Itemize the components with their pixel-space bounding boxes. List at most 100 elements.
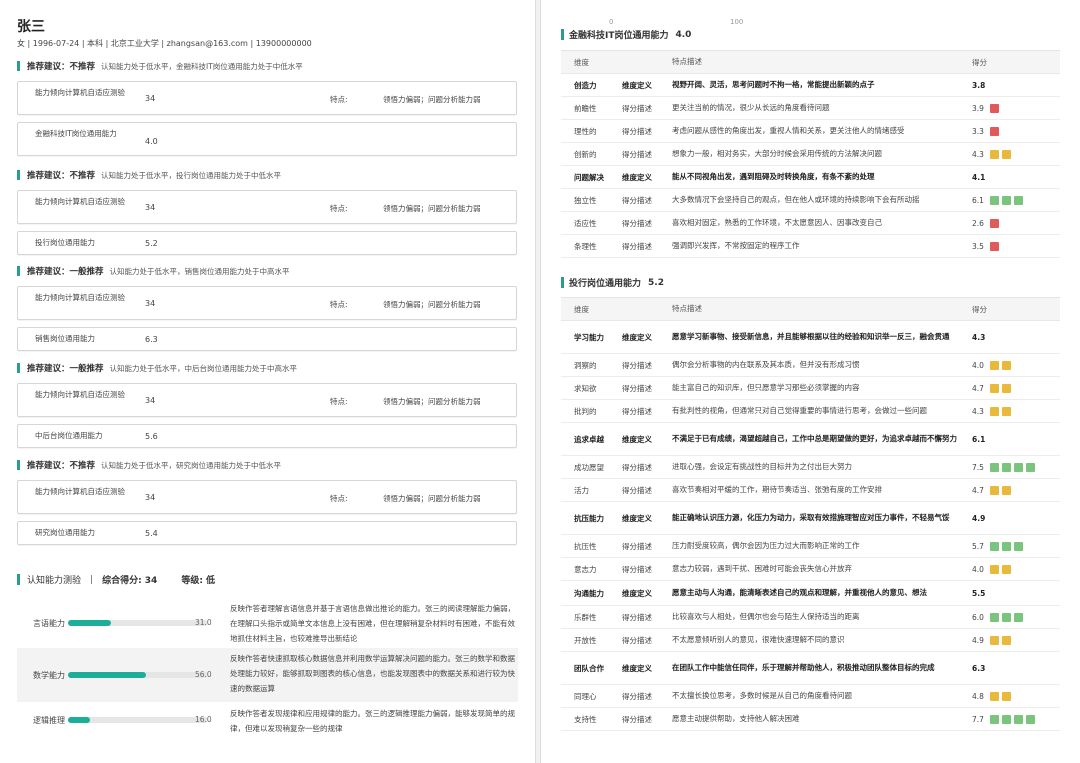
header-desc: 特点描述	[672, 304, 702, 313]
score-level-square	[1002, 485, 1011, 495]
row-score-cell: 6.3	[972, 664, 1060, 673]
score-level-square	[1002, 406, 1011, 416]
post-value: 5.4	[145, 529, 158, 538]
row-type: 得分描述	[622, 103, 652, 113]
post-score-card: 投行岗位通用能力 5.2	[17, 231, 517, 255]
feature-value: 领悟力偏弱；问题分析能力弱	[383, 397, 481, 406]
score-level-square	[1002, 612, 1011, 622]
row-desc: 进取心强，会设定有挑战性的目标并为之付出巨大努力	[672, 462, 852, 471]
cognitive-progress-track	[68, 620, 208, 626]
score-level-square	[990, 714, 999, 724]
test-label: 能力倾向计算机自适应测验	[35, 293, 125, 302]
cognitive-header: 认知能力测验 | 综合得分: 34 等级: 低	[17, 573, 215, 586]
row-dimension-name: 团队合作	[574, 663, 604, 673]
row-desc: 不太擅长换位思考，多数时候是从自己的角度看待问题	[672, 691, 852, 700]
row-desc: 想象力一般，相对务实，大部分时候会采用传统的方法解决问题	[672, 149, 882, 158]
row-dimension-name: 适应性	[574, 218, 597, 228]
score-level-square	[990, 383, 999, 393]
row-score-cell: 3.8	[972, 81, 1060, 90]
table-row: 意志力 得分描述 意志力较弱，遇到干扰、困难时可能会丧失信心并放弃 4.0	[561, 558, 1060, 581]
row-dimension-name: 意志力	[574, 564, 597, 574]
score-level-square	[990, 218, 999, 228]
row-desc: 能主富自己的知识库，但只愿意学习那些必须掌握的内容	[672, 383, 860, 392]
recommendation-block: 推荐建议：一般推荐 认知能力处于低水平，中后台岗位通用能力处于中高水平 能力倾向计算…	[17, 361, 517, 448]
cognitive-item-desc: 反映作答者理解言语信息并基于言语信息做出推论的能力。张三的阅读理解能力偏弱，在理…	[230, 604, 515, 643]
feature-label: 特点:	[330, 95, 348, 104]
feature-label: 特点:	[330, 300, 348, 309]
row-desc: 喜欢节奏相对平缓的工作，期待节奏适当、张弛有度的工作安排	[672, 485, 882, 494]
row-type: 得分描述	[622, 149, 652, 159]
test-score-card: 能力倾向计算机自适应测验 34 特点: 领悟力偏弱；问题分析能力弱	[17, 480, 517, 514]
cognitive-title: 认知能力测验	[27, 576, 82, 586]
row-score: 6.0	[972, 612, 984, 622]
recommendation-title: 推荐建议：不推荐	[27, 171, 96, 181]
row-score: 3.3	[972, 126, 984, 136]
score-level-square	[990, 195, 999, 205]
row-desc: 偶尔会分析事物的内在联系及其本质，但并没有形成习惯	[672, 360, 860, 369]
row-type: 得分描述	[622, 462, 652, 472]
table-row: 问题解决 维度定义 能从不同视角出发，遇到阻碍及时转换角度，有条不紊的处理 4.1	[561, 166, 1060, 189]
row-type: 得分描述	[622, 195, 652, 205]
row-score: 5.5	[972, 588, 986, 598]
score-level-square	[1002, 360, 1011, 370]
table-row: 独立性 得分描述 大多数情况下会坚持自己的观点，但在他人或环境的持续影响下会有所动摇…	[561, 189, 1060, 212]
row-score-cell: 5.7	[972, 541, 1060, 551]
competency-table: 维度 特点描述 得分 学习能力 维度定义 愿意学习新事物、接受新信息，并且能够根据以往的经…	[561, 297, 1060, 731]
post-score-card: 中后台岗位通用能力 5.6	[17, 424, 517, 448]
score-level-square	[990, 126, 999, 136]
row-score-cell: 2.6	[972, 218, 1060, 228]
row-dimension-name: 求知欲	[574, 383, 597, 393]
score-level-square	[990, 241, 999, 251]
score-level-square	[990, 103, 999, 113]
row-desc: 能正确地认识压力源，化压力为动力，采取有效措施理智应对压力事件，不轻易气馁	[672, 513, 950, 522]
cognitive-separator: |	[90, 574, 94, 585]
row-type: 维度定义	[622, 513, 652, 523]
post-score-card: 销售岗位通用能力 6.3	[17, 327, 517, 351]
table-row: 理性的 得分描述 考虑问题从感性的角度出发，重视人情和关系，更关注他人的情绪感受 3.…	[561, 120, 1060, 143]
row-desc: 更关注当前的情况，很少从长远的角度看待问题	[672, 103, 830, 112]
score-level-square	[990, 462, 999, 472]
row-type: 维度定义	[622, 332, 652, 342]
table-row: 创新的 得分描述 想象力一般，相对务实，大部分时候会采用传统的方法解决问题 4.3	[561, 143, 1060, 166]
row-score: 7.7	[972, 714, 984, 724]
score-level-square	[1002, 714, 1011, 724]
row-score-cell: 4.0	[972, 360, 1060, 370]
recommendation-desc: 认知能力处于低水平，研究岗位通用能力处于中低水平	[101, 460, 282, 470]
recommendation-header: 推荐建议：一般推荐 认知能力处于低水平，中后台岗位通用能力处于中高水平	[17, 361, 517, 375]
axis-min-label: 0	[609, 18, 614, 26]
feature-label: 特点:	[330, 204, 348, 213]
row-desc: 大多数情况下会坚持自己的观点，但在他人或环境的持续影响下会有所动摇	[672, 195, 920, 204]
row-dimension-name: 成功愿望	[574, 462, 604, 472]
row-score-cell: 5.5	[972, 589, 1060, 598]
row-desc: 考虑问题从感性的角度出发，重视人情和关系，更关注他人的情绪感受	[672, 126, 905, 135]
cognitive-item-value: 31.0	[195, 618, 212, 627]
row-type: 得分描述	[622, 383, 652, 393]
score-level-square	[990, 612, 999, 622]
post-score-card: 金融科技IT岗位通用能力 4.0	[17, 122, 517, 156]
row-score-cell: 4.9	[972, 635, 1060, 645]
row-score: 6.3	[972, 663, 986, 673]
row-score-cell: 4.1	[972, 173, 1060, 182]
row-score: 2.6	[972, 218, 984, 228]
cognitive-item-label: 数学能力	[33, 671, 65, 680]
row-type: 维度定义	[622, 172, 652, 182]
axis-max-label: 100	[730, 18, 744, 26]
score-level-square	[990, 635, 999, 645]
cognitive-item-value: 56.0	[195, 670, 212, 679]
score-level-square	[1002, 149, 1011, 159]
cognitive-score: 综合得分: 34	[102, 576, 158, 586]
feature-value: 领悟力偏弱；问题分析能力弱	[383, 494, 481, 503]
row-dimension-name: 乐群性	[574, 612, 597, 622]
row-score-cell: 7.5	[972, 462, 1060, 472]
row-type: 得分描述	[622, 360, 652, 370]
row-type: 维度定义	[622, 80, 652, 90]
document-viewer: 张三 女 | 1996-07-24 | 本科 | 北京工业大学 | zhangs…	[0, 0, 1080, 763]
score-level-square	[1002, 635, 1011, 645]
cognitive-level: 等级: 低	[181, 576, 216, 586]
row-dimension-name: 抗压性	[574, 541, 597, 551]
row-score: 3.9	[972, 103, 984, 113]
score-level-square	[990, 564, 999, 574]
row-desc: 愿意学习新事物、接受新信息，并且能够根据以往的经验和知识举一反三，融会贯通	[672, 332, 950, 341]
row-desc: 比较喜欢与人相处，但偶尔也会与陌生人保持适当的距离	[672, 612, 860, 621]
row-desc: 强调即兴发挥，不常按固定的程序工作	[672, 241, 800, 250]
